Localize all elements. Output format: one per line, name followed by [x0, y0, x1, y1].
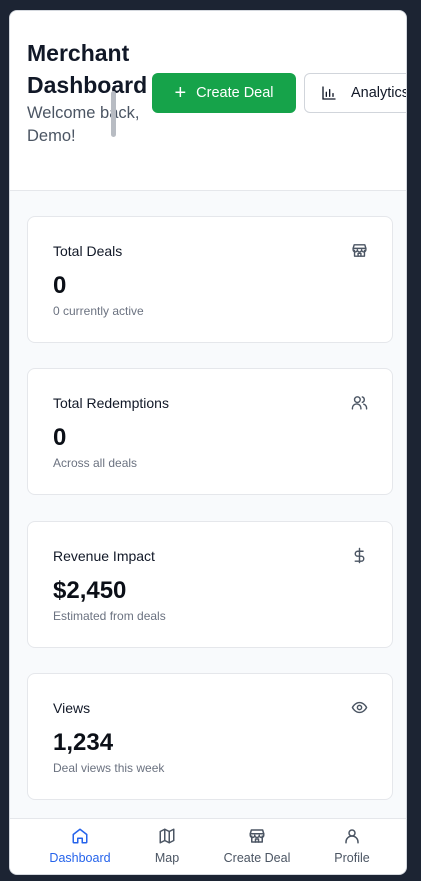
stat-subtext: Estimated from deals: [53, 609, 166, 623]
store-icon: [249, 829, 265, 843]
stat-label: Revenue Impact: [53, 548, 155, 564]
stat-label: Views: [53, 700, 91, 716]
stat-card-views: Views 1,234 Deal views this week: [27, 673, 393, 800]
stat-value: $2,450: [53, 577, 127, 604]
stat-subtext: Deal views this week: [53, 761, 165, 775]
stat-card-total-deals: Total Deals 0 0 currently active: [27, 216, 393, 343]
home-icon: [72, 828, 88, 844]
stat-value: 0: [53, 272, 67, 299]
bar-chart-icon: [322, 86, 336, 100]
stat-card-total-redemptions: Total Redemptions 0 Across all deals: [27, 368, 393, 495]
eye-icon: [351, 701, 368, 714]
map-icon: [159, 828, 175, 844]
analytics-button-label: Analytics: [351, 85, 407, 101]
store-icon: [352, 244, 367, 257]
stat-label: Total Deals: [53, 243, 123, 259]
scrollbar-thumb[interactable]: [111, 91, 116, 137]
nav-label: Map: [154, 851, 180, 865]
stat-label: Total Redemptions: [53, 395, 169, 411]
nav-item-dashboard[interactable]: Dashboard: [40, 819, 120, 874]
nav-label: Profile: [334, 851, 370, 865]
nav-label: Create Deal: [223, 851, 291, 865]
nav-item-map[interactable]: Map: [137, 819, 197, 874]
welcome-message: Welcome back, Demo!: [27, 104, 140, 145]
stat-value: 1,234: [53, 729, 114, 756]
create-deal-button-label: Create Deal: [196, 85, 274, 101]
dollar-icon: [354, 547, 365, 564]
stat-subtext: 0 currently active: [53, 304, 144, 318]
nav-item-create-deal[interactable]: Create Deal: [211, 819, 303, 874]
dashboard-header: Merchant Dashboard Welcome back, Demo! +…: [10, 11, 406, 191]
page-title: Merchant Dashboard: [27, 40, 148, 98]
stat-subtext: Across all deals: [53, 456, 138, 470]
user-icon: [345, 829, 359, 844]
analytics-button[interactable]: Analytics: [304, 73, 407, 113]
stat-card-revenue-impact: Revenue Impact $2,450 Estimated from dea…: [27, 521, 393, 648]
create-deal-button[interactable]: + Create Deal: [152, 73, 296, 113]
users-icon: [351, 396, 368, 410]
app-window: Merchant Dashboard Welcome back, Demo! +…: [9, 10, 407, 875]
stat-value: 0: [53, 424, 67, 451]
nav-item-profile[interactable]: Profile: [322, 819, 382, 874]
nav-label: Dashboard: [49, 851, 111, 865]
plus-icon: +: [174, 82, 187, 104]
bottom-nav: Dashboard Map Create Deal Profile: [10, 818, 406, 874]
